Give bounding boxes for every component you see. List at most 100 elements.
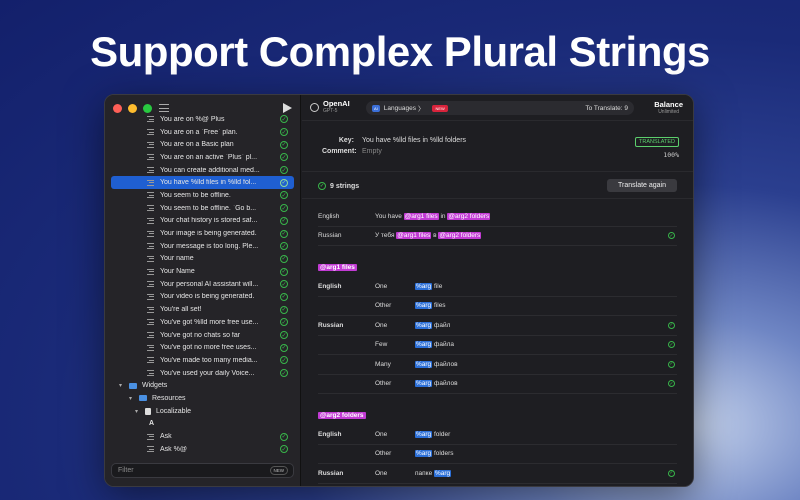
sidebar-string-item[interactable]: Your personal AI assistant will... ✓	[105, 278, 300, 291]
string-file-icon	[147, 344, 154, 351]
table-row[interactable]: English One %arg file	[318, 277, 677, 297]
tree-section-letter[interactable]: A	[105, 418, 300, 431]
row-text: %arg folders	[415, 450, 454, 458]
table-row[interactable]: Many %arg файлов ✓	[318, 355, 677, 375]
sidebar-string-item[interactable]: You've got no chats so far ✓	[105, 329, 300, 342]
string-file-icon	[147, 167, 154, 174]
row-text: У тебя @arg1 files в @arg2 folders	[375, 232, 482, 240]
sidebar-item-label: You are on an active `Plus` pl...	[160, 153, 258, 161]
sidebar-string-item[interactable]: You are on a `Free` plan. ✓	[105, 126, 300, 139]
sidebar-string-item[interactable]: You seem to be offline. `Go b... ✓	[105, 202, 300, 215]
table-row[interactable]: English You have @arg1 files in @arg2 fo…	[318, 207, 677, 227]
file-icon	[145, 407, 151, 415]
app-window: You are on %@ Plus ✓ You are on a `Free` p…	[104, 94, 694, 487]
check-circle-icon: ✓	[668, 321, 675, 329]
string-file-icon	[147, 141, 154, 148]
model-selector[interactable]: OpenAI GPT-5	[310, 100, 350, 114]
table-row[interactable]: English One %arg folder	[318, 425, 677, 445]
balance-value: Unlimited	[658, 109, 680, 115]
sidebar-string-item[interactable]: You've made too many media... ✓	[105, 354, 300, 367]
sidebar-string-item[interactable]: You can create additional med... ✓	[105, 164, 300, 177]
check-circle-icon: ✓	[280, 305, 288, 314]
table-row[interactable]: Russian One %arg файл ✓	[318, 316, 677, 336]
sidebar-string-item[interactable]: You are on %@ Plus ✓	[105, 113, 300, 126]
check-circle-icon: ✓	[280, 331, 288, 340]
plural-category: One	[375, 430, 388, 438]
close-window-button[interactable]	[113, 104, 122, 113]
provider-name: OpenAI	[323, 99, 350, 108]
check-circle-icon: ✓	[668, 341, 675, 349]
row-text: %arg files	[415, 302, 446, 310]
check-circle-icon: ✓	[280, 140, 288, 149]
check-circle-icon: ✓	[280, 191, 288, 200]
sidebar-string-item[interactable]: You're all set! ✓	[105, 303, 300, 316]
sidebar-item-label: You've got no more free uses...	[160, 344, 257, 352]
translate-again-button[interactable]: Translate again	[607, 179, 677, 192]
sidebar-item-label: Ask %@	[160, 445, 187, 453]
languages-pill[interactable]: AI Languages 〉 NEW To Translate: 9	[366, 101, 634, 115]
table-row[interactable]: Few %arg файла ✓	[318, 336, 677, 355]
table-row[interactable]: Russian One папке %arg ✓	[318, 464, 677, 484]
sidebar-string-item[interactable]: Your video is being generated. ✓	[105, 291, 300, 304]
openai-logo-icon	[310, 102, 319, 112]
sidebar-string-item[interactable]: You are on an active `Plus` pl... ✓	[105, 151, 300, 164]
sidebar-string-item[interactable]: Ask ✓	[105, 430, 300, 443]
table-row[interactable]: Russian У тебя @arg1 files в @arg2 folde…	[318, 227, 677, 246]
plural-category: One	[375, 321, 388, 329]
table-row[interactable]: Other %arg files	[318, 297, 677, 316]
string-file-icon	[147, 154, 154, 161]
string-file-icon	[147, 268, 154, 275]
sidebar-item-label: You've got %lld more free use...	[160, 318, 259, 326]
sidebar-string-item[interactable]: You are on a Basic plan ✓	[105, 138, 300, 151]
tree-label: Resources	[152, 394, 186, 402]
string-file-icon	[147, 370, 154, 377]
arg1-section-header: @arg1 files	[318, 264, 677, 271]
check-circle-icon: ✓	[280, 318, 288, 327]
check-circle-icon: ✓	[280, 280, 288, 289]
sidebar-string-item[interactable]: You've got %lld more free use... ✓	[105, 316, 300, 329]
translations-table: English You have @arg1 files in @arg2 fo…	[318, 207, 677, 486]
minimize-window-button[interactable]	[128, 104, 137, 113]
string-file-icon	[147, 129, 154, 136]
sidebar-string-item[interactable]: Ask %@ ✓	[105, 443, 300, 454]
sidebar-string-item[interactable]: You've got no more free uses... ✓	[105, 341, 300, 354]
list-icon[interactable]	[159, 104, 169, 112]
row-text: %arg folder	[415, 430, 451, 438]
tree-folder-widgets[interactable]: ▾ Widgets	[105, 379, 300, 392]
chevron-down-icon[interactable]: ▾	[135, 408, 143, 415]
string-file-icon	[147, 446, 154, 453]
sidebar-string-item[interactable]: Your name ✓	[105, 253, 300, 266]
string-file-icon	[147, 255, 154, 262]
model-name: GPT-5	[323, 108, 338, 114]
check-circle-icon: ✓	[668, 232, 675, 240]
balance-indicator[interactable]: Balance Unlimited	[654, 100, 683, 115]
sidebar-string-item[interactable]: Your chat history is stored saf... ✓	[105, 215, 300, 228]
sidebar-string-item[interactable]: Your image is being generated. ✓	[105, 227, 300, 240]
check-circle-icon: ✓	[280, 128, 288, 137]
string-file-icon	[147, 116, 154, 123]
tree-folder-resources[interactable]: ▾ Resources	[105, 392, 300, 405]
string-file-icon	[147, 332, 154, 339]
zoom-window-button[interactable]	[143, 104, 152, 113]
status-badge: TRANSLATED	[635, 137, 679, 147]
play-icon[interactable]	[283, 103, 292, 113]
tree-file-localizable[interactable]: ▾ Localizable	[105, 405, 300, 418]
sidebar-string-item[interactable]: You have %lld files in %lld fol... ✓	[111, 176, 294, 190]
chevron-down-icon[interactable]: ▾	[129, 395, 137, 402]
sidebar-string-item[interactable]: You seem to be offline. ✓	[105, 189, 300, 202]
table-row[interactable]: Other %arg folders	[318, 445, 677, 464]
sidebar-string-item[interactable]: Your Name ✓	[105, 265, 300, 278]
chevron-down-icon[interactable]: ▾	[119, 382, 127, 389]
arg1-title: @arg1 files	[318, 264, 357, 271]
comment-label: Comment:	[322, 148, 357, 155]
languages-label: Languages	[383, 104, 416, 112]
table-row[interactable]: Other %arg файлов ✓	[318, 375, 677, 394]
sidebar-string-item[interactable]: You've used your daily Voice... ✓	[105, 367, 300, 380]
main-panel: OpenAI GPT-5 AI Languages 〉 NEW To Trans…	[302, 95, 693, 486]
comment-value[interactable]: Empty	[362, 148, 382, 155]
string-file-icon	[147, 179, 154, 186]
sidebar-item-label: You're all set!	[160, 306, 202, 314]
sidebar-item-label: Your Name	[160, 268, 195, 276]
sidebar-string-item[interactable]: Your message is too long. Ple... ✓	[105, 240, 300, 253]
filter-input[interactable]: Filter NEW	[111, 463, 294, 478]
